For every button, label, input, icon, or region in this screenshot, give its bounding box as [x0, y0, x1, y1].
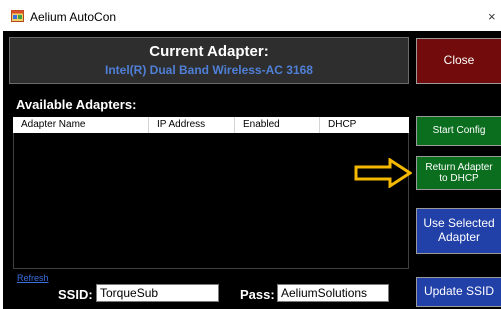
column-header-adapter-name[interactable]: Adapter Name	[13, 119, 85, 130]
current-adapter-title: Current Adapter:	[149, 43, 269, 60]
column-header-dhcp[interactable]: DHCP	[320, 119, 356, 130]
start-config-button[interactable]: Start Config	[416, 116, 501, 146]
available-adapters-label: Available Adapters:	[16, 97, 137, 112]
refresh-link[interactable]: Refresh	[17, 273, 49, 283]
current-adapter-name: Intel(R) Dual Band Wireless-AC 3168	[105, 63, 313, 77]
pass-label: Pass:	[240, 287, 275, 302]
app-window-icon	[11, 10, 24, 22]
close-button[interactable]: Close	[416, 38, 501, 84]
update-ssid-button[interactable]: Update SSID	[416, 277, 501, 307]
password-input[interactable]	[277, 284, 389, 302]
window-title: Aelium AutoCon	[30, 10, 117, 24]
adapter-list-header: Adapter Name IP Address Enabled DHCP	[13, 117, 409, 133]
arrow-right-icon	[354, 158, 412, 188]
use-selected-adapter-button[interactable]: Use Selected Adapter	[416, 208, 501, 254]
column-header-ip-address[interactable]: IP Address	[149, 119, 205, 130]
window-close-icon[interactable]: ×	[488, 9, 496, 24]
adapter-list[interactable]	[13, 133, 409, 269]
return-adapter-to-dhcp-button[interactable]: Return Adapter to DHCP	[416, 156, 501, 190]
ssid-input[interactable]	[96, 284, 219, 302]
ssid-label: SSID:	[58, 287, 93, 302]
current-adapter-panel: Current Adapter: Intel(R) Dual Band Wire…	[9, 37, 409, 84]
column-header-enabled[interactable]: Enabled	[235, 119, 280, 130]
title-bar: Aelium AutoCon ×	[0, 0, 501, 31]
